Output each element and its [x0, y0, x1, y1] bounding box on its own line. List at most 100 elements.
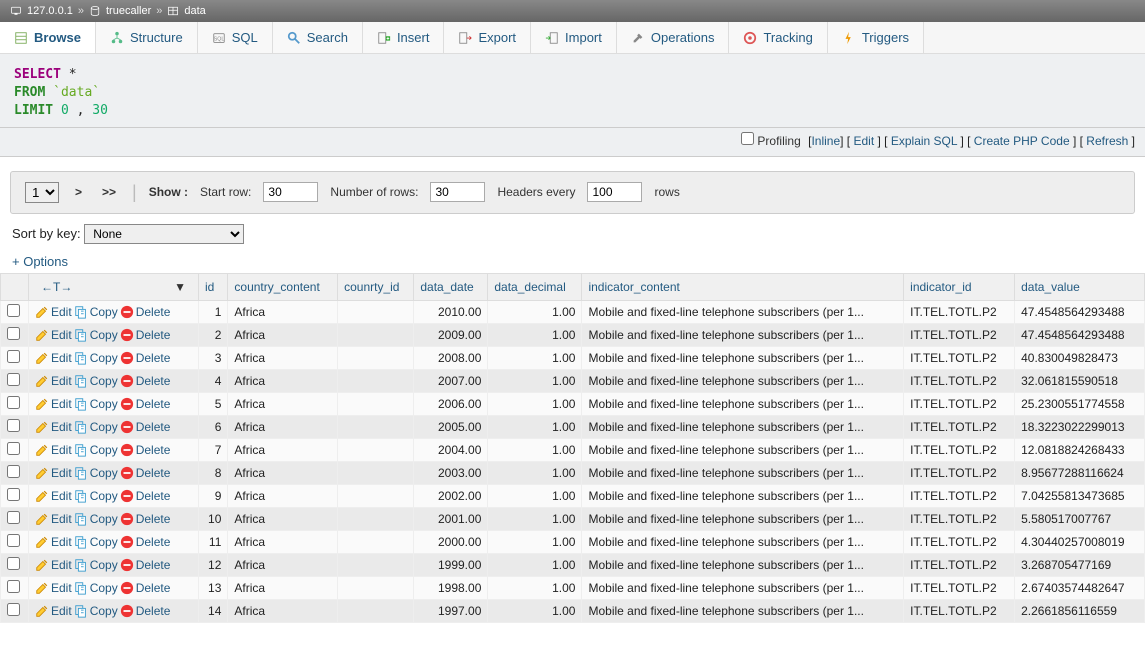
row-copy-button[interactable]: Copy	[74, 512, 118, 526]
inline-link[interactable]: Inline	[811, 134, 840, 148]
row-edit-button[interactable]: Edit	[35, 443, 72, 457]
row-delete-button[interactable]: Delete	[120, 558, 171, 572]
numrows-input[interactable]	[430, 182, 485, 202]
row-edit-button[interactable]: Edit	[35, 351, 72, 365]
row-edit-button[interactable]: Edit	[35, 581, 72, 595]
row-delete-button[interactable]: Delete	[120, 443, 171, 457]
row-checkbox[interactable]	[7, 603, 20, 616]
breadcrumb-table[interactable]: data	[184, 5, 205, 17]
row-checkbox[interactable]	[7, 419, 20, 432]
row-edit-button[interactable]: Edit	[35, 604, 72, 618]
cell-data-date: 2002.00	[414, 484, 488, 507]
row-edit-button[interactable]: Edit	[35, 558, 72, 572]
row-edit-button[interactable]: Edit	[35, 397, 72, 411]
row-edit-button[interactable]: Edit	[35, 420, 72, 434]
row-delete-button[interactable]: Delete	[120, 466, 171, 480]
tab-export[interactable]: Export	[444, 22, 531, 53]
headers-every-input[interactable]	[587, 182, 642, 202]
row-delete-button[interactable]: Delete	[120, 604, 171, 618]
row-checkbox[interactable]	[7, 442, 20, 455]
sort-label: Sort by key:	[12, 226, 81, 241]
row-edit-button[interactable]: Edit	[35, 466, 72, 480]
select-all-header[interactable]	[1, 273, 29, 300]
row-copy-button[interactable]: Copy	[74, 604, 118, 618]
row-copy-button[interactable]: Copy	[74, 558, 118, 572]
col-header-counrty_id[interactable]: counrty_id	[338, 273, 414, 300]
profiling-checkbox[interactable]	[741, 132, 754, 145]
row-checkbox[interactable]	[7, 350, 20, 363]
row-edit-button[interactable]: Edit	[35, 374, 72, 388]
start-row-input[interactable]	[263, 182, 318, 202]
col-header-indicator_content[interactable]: indicator_content	[582, 273, 904, 300]
row-copy-button[interactable]: Copy	[74, 489, 118, 503]
tab-structure[interactable]: Structure	[96, 22, 198, 53]
row-delete-button[interactable]: Delete	[120, 351, 171, 365]
row-delete-button[interactable]: Delete	[120, 489, 171, 503]
row-delete-button[interactable]: Delete	[120, 581, 171, 595]
cell-indicator-content: Mobile and fixed-line telephone subscrib…	[582, 599, 904, 622]
row-checkbox[interactable]	[7, 557, 20, 570]
row-delete-button[interactable]: Delete	[120, 328, 171, 342]
row-checkbox[interactable]	[7, 304, 20, 317]
row-checkbox[interactable]	[7, 534, 20, 547]
row-copy-button[interactable]: Copy	[74, 420, 118, 434]
tab-insert[interactable]: Insert	[363, 22, 445, 53]
table-row: Edit Copy Delete12Africa1999.001.00Mobil…	[1, 553, 1145, 576]
explain-sql-link[interactable]: Explain SQL	[891, 134, 957, 148]
row-copy-button[interactable]: Copy	[74, 535, 118, 549]
row-edit-button[interactable]: Edit	[35, 535, 72, 549]
row-copy-button[interactable]: Copy	[74, 397, 118, 411]
sort-desc-icon[interactable]: ▼	[174, 280, 186, 294]
page-select[interactable]: 1	[25, 182, 59, 203]
refresh-link[interactable]: Refresh	[1086, 134, 1128, 148]
edit-sql-link[interactable]: Edit	[853, 134, 874, 148]
options-link[interactable]: + Options	[12, 254, 68, 269]
row-checkbox[interactable]	[7, 373, 20, 386]
row-edit-button[interactable]: Edit	[35, 305, 72, 319]
row-copy-button[interactable]: Copy	[74, 443, 118, 457]
tab-import[interactable]: Import	[531, 22, 617, 53]
row-delete-button[interactable]: Delete	[120, 512, 171, 526]
row-checkbox[interactable]	[7, 396, 20, 409]
row-copy-button[interactable]: Copy	[74, 581, 118, 595]
row-delete-button[interactable]: Delete	[120, 535, 171, 549]
next-page-button[interactable]: >	[71, 185, 86, 199]
row-copy-button[interactable]: Copy	[74, 351, 118, 365]
col-header-indicator_id[interactable]: indicator_id	[904, 273, 1015, 300]
row-checkbox[interactable]	[7, 580, 20, 593]
create-php-link[interactable]: Create PHP Code	[974, 134, 1070, 148]
row-checkbox[interactable]	[7, 511, 20, 524]
copy-icon	[74, 558, 88, 572]
breadcrumb-server[interactable]: 127.0.0.1	[27, 5, 73, 17]
last-page-button[interactable]: >>	[98, 185, 120, 199]
col-header-country_content[interactable]: country_content	[228, 273, 338, 300]
breadcrumb-db[interactable]: truecaller	[106, 5, 151, 17]
row-checkbox[interactable]	[7, 327, 20, 340]
col-header-data_date[interactable]: data_date	[414, 273, 488, 300]
tab-browse[interactable]: Browse	[0, 22, 96, 53]
row-copy-button[interactable]: Copy	[74, 374, 118, 388]
row-edit-button[interactable]: Edit	[35, 512, 72, 526]
col-header-data_value[interactable]: data_value	[1015, 273, 1145, 300]
tab-search[interactable]: Search	[273, 22, 363, 53]
row-delete-button[interactable]: Delete	[120, 397, 171, 411]
row-delete-button[interactable]: Delete	[120, 374, 171, 388]
tab-triggers[interactable]: Triggers	[828, 22, 924, 53]
row-edit-button[interactable]: Edit	[35, 328, 72, 342]
sort-row: Sort by key: None	[12, 224, 1133, 244]
tab-operations[interactable]: Operations	[617, 22, 730, 53]
row-edit-button[interactable]: Edit	[35, 489, 72, 503]
row-checkbox[interactable]	[7, 488, 20, 501]
view-mode-horizontal-icon[interactable]: ←T→	[41, 280, 72, 294]
tab-sql[interactable]: SQLSQL	[198, 22, 273, 53]
row-delete-button[interactable]: Delete	[120, 305, 171, 319]
col-header-id[interactable]: id	[199, 273, 228, 300]
sort-key-select[interactable]: None	[84, 224, 244, 244]
tab-tracking[interactable]: Tracking	[729, 22, 827, 53]
row-delete-button[interactable]: Delete	[120, 420, 171, 434]
row-copy-button[interactable]: Copy	[74, 466, 118, 480]
row-copy-button[interactable]: Copy	[74, 328, 118, 342]
row-copy-button[interactable]: Copy	[74, 305, 118, 319]
row-checkbox[interactable]	[7, 465, 20, 478]
col-header-data_decimal[interactable]: data_decimal	[488, 273, 582, 300]
